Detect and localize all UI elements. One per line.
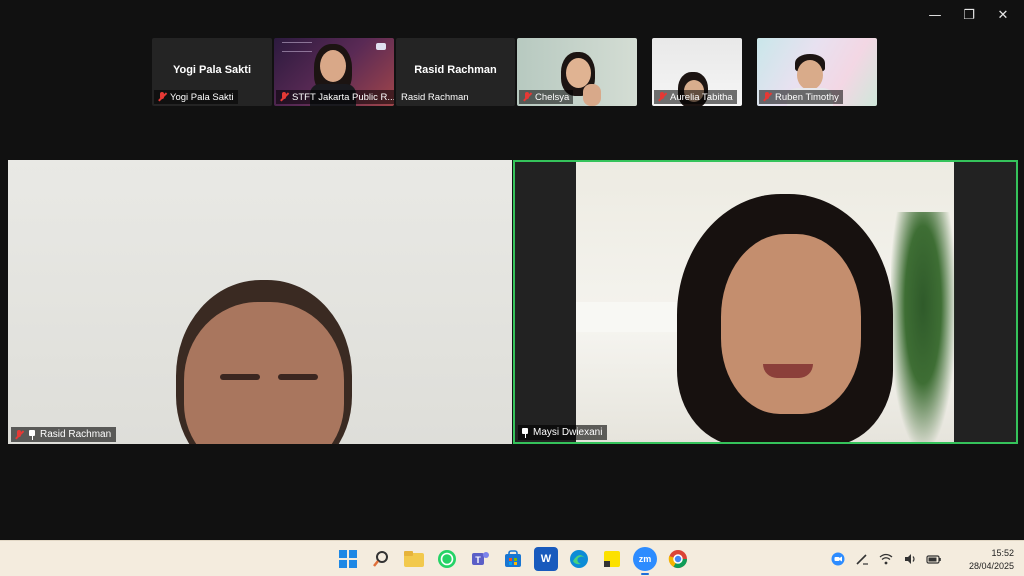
participant-tile-aurelia[interactable]: Aurelia Tabitha	[652, 38, 742, 106]
participant-tile-rasid[interactable]: Rasid Rachman Rasid Rachman	[396, 38, 515, 106]
store-icon[interactable]	[501, 547, 525, 571]
participant-display-name: Yogi Pala Sakti	[172, 64, 252, 76]
clock-time: 15:52	[991, 548, 1014, 558]
participant-name: Chelsya	[535, 91, 570, 103]
participant-name-label: Rasid Rachman	[11, 427, 117, 442]
participant-tile-chelsya[interactable]: Chelsya	[517, 38, 637, 106]
system-tray	[830, 551, 942, 567]
zoom-tray-icon[interactable]	[830, 551, 846, 567]
windows-start-icon[interactable]	[336, 547, 360, 571]
participant-hand	[583, 84, 601, 106]
pin-icon	[521, 427, 529, 438]
edge-icon[interactable]	[567, 547, 591, 571]
logo-icon	[376, 43, 386, 50]
zoom-meeting-window: — ❐ ✕ Yogi Pala Sakti Yogi Pala Sakti ST…	[0, 0, 1024, 540]
participant-name-label: Ruben Timothy	[759, 90, 843, 104]
participant-tile-stft[interactable]: STFT Jakarta Public R...	[274, 38, 394, 106]
battery-icon[interactable]	[926, 551, 942, 567]
plant-decoration	[891, 212, 955, 442]
participant-tile-yogi[interactable]: Yogi Pala Sakti Yogi Pala Sakti	[152, 38, 272, 106]
participant-face	[721, 234, 861, 414]
participant-face	[797, 60, 823, 90]
participant-name: Rasid Rachman	[40, 429, 112, 440]
minimize-button[interactable]: —	[918, 4, 952, 26]
pin-icon	[28, 429, 36, 440]
participant-face	[184, 302, 344, 444]
participant-name-label: Rasid Rachman	[398, 90, 473, 104]
word-icon[interactable]: W	[534, 547, 558, 571]
system-clock[interactable]: 15:52 28/04/2025	[969, 547, 1014, 573]
sticky-notes-icon[interactable]	[600, 547, 624, 571]
main-video-rasid[interactable]: Rasid Rachman	[8, 160, 512, 444]
svg-text:T: T	[475, 555, 481, 565]
restore-button[interactable]: ❐	[952, 4, 986, 26]
mic-muted-icon	[14, 429, 24, 440]
clock-date: 28/04/2025	[968, 561, 1014, 571]
search-icon[interactable]	[369, 547, 393, 571]
participant-name-label: Aurelia Tabitha	[654, 90, 737, 104]
participant-name: Rasid Rachman	[401, 91, 469, 103]
teams-icon[interactable]: T	[468, 547, 492, 571]
chrome-icon[interactable]	[666, 547, 690, 571]
participant-face	[320, 50, 346, 82]
volume-icon[interactable]	[902, 551, 918, 567]
participant-name-label: STFT Jakarta Public R...	[276, 90, 394, 104]
mic-muted-icon	[157, 92, 167, 102]
mic-muted-icon	[657, 92, 667, 102]
whatsapp-icon[interactable]	[435, 547, 459, 571]
pen-input-icon[interactable]	[854, 551, 870, 567]
mic-muted-icon	[279, 92, 289, 102]
participant-name: Ruben Timothy	[775, 91, 839, 103]
main-video-maysi[interactable]: Maysi Dwiexani	[513, 160, 1018, 444]
participant-name: Aurelia Tabitha	[670, 91, 733, 103]
participant-display-name: Rasid Rachman	[414, 64, 497, 76]
window-controls: — ❐ ✕	[918, 4, 1020, 26]
participant-strip: Yogi Pala Sakti Yogi Pala Sakti STFT Jak…	[152, 38, 877, 106]
participant-name-label: Maysi Dwiexani	[518, 425, 608, 440]
file-explorer-icon[interactable]	[402, 547, 426, 571]
taskbar-app-list: T W zm	[336, 547, 690, 575]
mic-muted-icon	[522, 92, 532, 102]
participant-tile-ruben[interactable]: Ruben Timothy	[757, 38, 877, 106]
windows-taskbar: T W zm 15:52 28/04/2025	[0, 540, 1024, 576]
participant-name-label: Yogi Pala Sakti	[154, 90, 238, 104]
zoom-icon[interactable]: zm	[633, 547, 657, 575]
close-button[interactable]: ✕	[986, 4, 1020, 26]
participant-name-label: Chelsya	[519, 90, 574, 104]
wifi-icon[interactable]	[878, 551, 894, 567]
participant-name: Maysi Dwiexani	[533, 427, 603, 438]
participant-name: STFT Jakarta Public R...	[292, 91, 394, 103]
mic-muted-icon	[762, 92, 772, 102]
virtual-background-banner	[282, 42, 312, 52]
participant-name: Yogi Pala Sakti	[170, 91, 234, 103]
